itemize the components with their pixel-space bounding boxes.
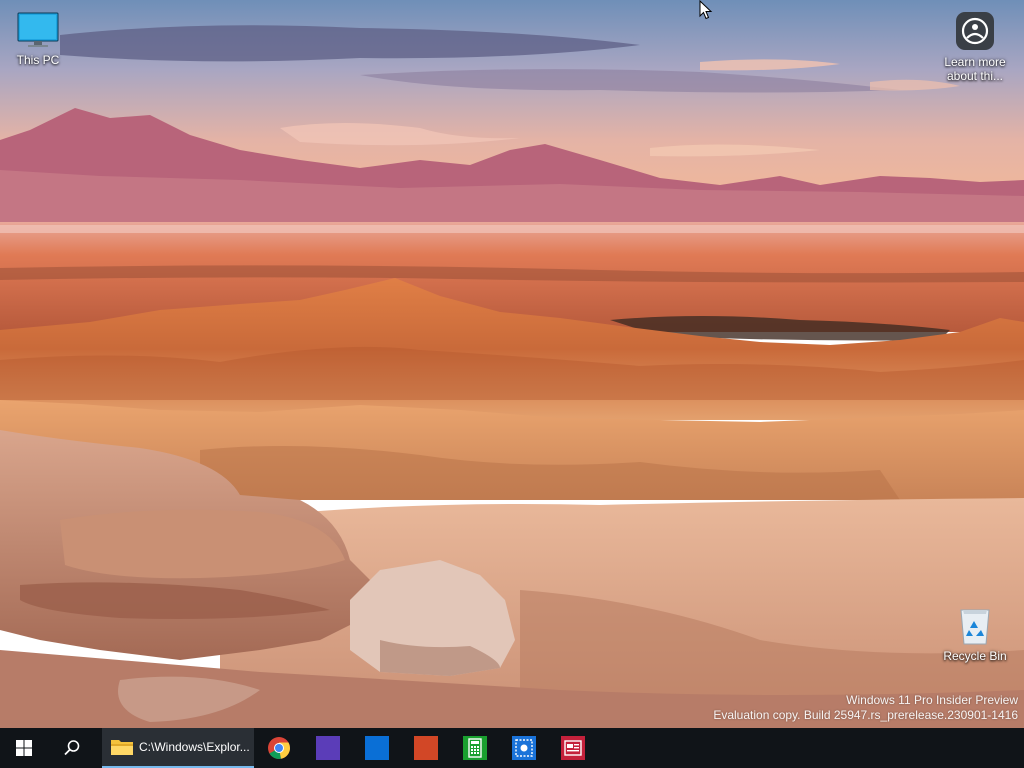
learn-more-label: Learn more about thi... <box>944 55 1006 83</box>
watermark-edition: Windows 11 Pro Insider Preview <box>846 693 1018 707</box>
evaluation-watermark: Windows 11 Pro Insider Preview Evaluatio… <box>713 693 1018 723</box>
explorer-task-label: C:\Windows\Explor... <box>139 740 250 754</box>
chrome-icon <box>267 737 290 759</box>
taskbar-orange-app-button[interactable] <box>401 728 450 768</box>
taskbar-purple-app-button[interactable] <box>303 728 352 768</box>
desktop-wallpaper <box>0 0 1024 728</box>
watermark-build: Evaluation copy. Build 25947.rs_prerelea… <box>713 708 1018 722</box>
monitor-icon <box>17 12 59 47</box>
folder-icon <box>111 740 133 755</box>
taskbar-blue-app-button[interactable] <box>352 728 401 768</box>
recycle-bin-icon <box>960 609 990 645</box>
taskbar: C:\Windows\Explor... <box>0 728 1024 768</box>
blue-app-icon <box>364 736 389 760</box>
desktop-icon-this-pc[interactable]: This PC <box>0 10 80 67</box>
desktop[interactable]: This PC Learn more about thi... Recycle … <box>0 0 1024 768</box>
taskbar-news-app-button[interactable] <box>548 728 597 768</box>
desktop-icon-recycle-bin[interactable]: Recycle Bin <box>933 606 1017 663</box>
this-pc-label: This PC <box>16 53 60 67</box>
calculator-icon <box>462 736 487 760</box>
taskbar-file-explorer-window[interactable]: C:\Windows\Explor... <box>102 728 254 768</box>
orange-app-icon <box>413 736 438 760</box>
recycle-bin-label: Recycle Bin <box>943 649 1007 663</box>
news-app-icon <box>560 736 585 760</box>
taskbar-chrome-button[interactable] <box>254 728 303 768</box>
purple-app-icon <box>315 736 340 760</box>
mouse-pointer-icon <box>699 0 713 20</box>
desktop-icon-learn-more[interactable]: Learn more about thi... <box>933 10 1017 83</box>
taskbar-calculator-button[interactable] <box>450 728 499 768</box>
taskbar-snipping-tool-button[interactable] <box>499 728 548 768</box>
search-button[interactable] <box>48 728 96 768</box>
windows-logo-icon <box>16 740 32 756</box>
search-icon <box>64 740 80 756</box>
learn-more-icon <box>956 12 994 50</box>
snipping-tool-icon <box>511 736 536 760</box>
start-button[interactable] <box>0 728 48 768</box>
